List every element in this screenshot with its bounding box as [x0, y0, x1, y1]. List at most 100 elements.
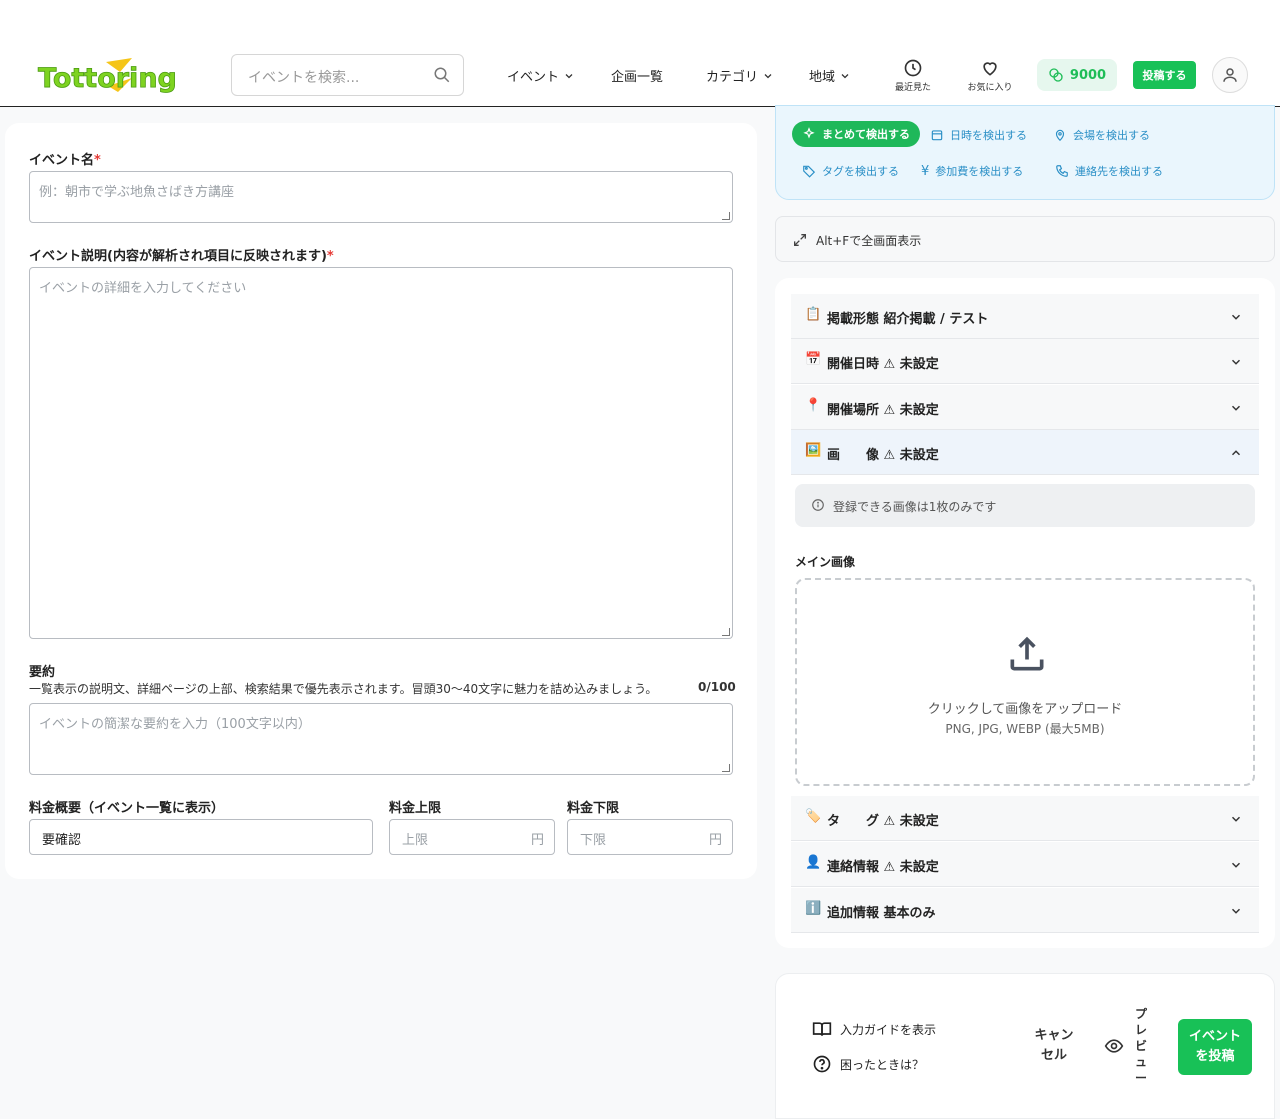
fee-max-placeholder: 上限: [402, 833, 429, 848]
sparkles-icon: [803, 127, 815, 139]
fee-summary-label: 料金概要（イベント一覧に表示）: [29, 801, 225, 816]
clipboard-icon: 📋: [805, 307, 822, 322]
clock-icon: [904, 59, 922, 77]
description-placeholder: イベントの詳細を入力してください: [39, 281, 247, 296]
detect-tags-button[interactable]: タグを検出する: [802, 163, 899, 179]
main-image-label: メイン画像: [795, 555, 856, 569]
resize-handle[interactable]: [722, 764, 730, 772]
upload-icon: [1010, 636, 1044, 671]
search-placeholder: イベントを検索...: [248, 70, 360, 86]
accordion-listing-type[interactable]: 📋 掲載形態 紹介掲載 / テスト: [791, 294, 1259, 339]
tag-icon: [803, 165, 816, 178]
summary-help-text: 一覧表示の説明文、詳細ページの上部、検索結果で優先表示されます。冒頭30〜40文…: [29, 682, 658, 696]
coins-icon: [1049, 68, 1063, 82]
chevron-down-icon: [1231, 314, 1241, 320]
description-textarea[interactable]: イベントの詳細を入力してください: [29, 267, 733, 639]
event-form-card: イベント名* 例：朝市で学ぶ地魚さばき方講座 イベント説明(内容が解析され項目に…: [5, 123, 757, 879]
points-badge[interactable]: 9000: [1037, 59, 1117, 91]
top-strip: [0, 0, 1280, 42]
user-avatar[interactable]: [1212, 57, 1248, 93]
svg-text:Tottoring: Tottoring: [38, 63, 177, 94]
accordion-title: 追加情報 基本のみ: [827, 906, 936, 921]
nav-regions[interactable]: 地域: [809, 66, 851, 85]
recent-label: 最近見た: [894, 83, 931, 93]
nav-regions-label: 地域: [809, 70, 836, 85]
preview-button[interactable]: プレビュー: [1104, 1006, 1152, 1086]
user-icon: [1223, 68, 1237, 82]
expand-icon: [794, 234, 806, 246]
event-name-input[interactable]: 例：朝市で学ぶ地魚さばき方講座: [29, 171, 733, 223]
accordion-venue[interactable]: 📍 開催場所 ⚠ 未設定: [791, 385, 1259, 430]
fee-min-input[interactable]: 下限 円: [567, 819, 733, 855]
detect-contact-button[interactable]: 連絡先を検出する: [1055, 163, 1163, 179]
image-upload-dropzone[interactable]: クリックして画像をアップロード PNG, JPG, WEBP (最大5MB): [795, 578, 1255, 786]
site-logo[interactable]: Tottoring: [36, 56, 196, 96]
search-icon[interactable]: [433, 66, 451, 88]
calendar-icon: [931, 130, 943, 141]
accordion-tags[interactable]: 🏷️ タ グ ⚠ 未設定: [791, 796, 1259, 841]
favorites-button[interactable]: お気に入り: [960, 58, 1020, 93]
nav-categories[interactable]: カテゴリ: [706, 66, 774, 85]
chevron-down-icon: [1231, 862, 1241, 868]
detect-datetime-button[interactable]: 日時を検出する: [930, 127, 1027, 143]
accordion-title: タ グ ⚠ 未設定: [827, 814, 939, 829]
chevron-down-icon: [841, 73, 849, 78]
chevron-down-icon: [565, 73, 573, 78]
accordion-title: 掲載形態 紹介掲載 / テスト: [827, 312, 989, 327]
upload-text: クリックして画像をアップロード: [927, 702, 1123, 717]
post-button[interactable]: 投稿する: [1133, 61, 1196, 89]
chevron-down-icon: [764, 73, 772, 78]
person-icon: 👤: [805, 855, 822, 870]
info-icon: [812, 499, 824, 511]
resize-handle[interactable]: [722, 628, 730, 636]
accordion-extra-info[interactable]: ℹ️ 追加情報 基本のみ: [791, 888, 1259, 933]
fee-max-label: 料金上限: [389, 801, 442, 816]
summary-label: 要約: [29, 665, 56, 680]
summary-textarea[interactable]: イベントの簡潔な要約を入力（100文字以内）: [29, 703, 733, 775]
cancel-button[interactable]: キャンセル: [1034, 1026, 1074, 1066]
heart-icon: [983, 62, 997, 76]
accordion-datetime[interactable]: 📅 開催日時 ⚠ 未設定: [791, 339, 1259, 384]
site-header: Tottoring イベントを検索... イベント 企画一覧 カテゴリ 地域 最…: [0, 42, 1280, 107]
nav-categories-label: カテゴリ: [706, 70, 759, 85]
accordion-title: 画 像 ⚠ 未設定: [827, 448, 939, 463]
phone-icon: [1056, 165, 1068, 177]
submit-event-button[interactable]: イベントを投稿: [1178, 1019, 1252, 1075]
nav-projects[interactable]: 企画一覧: [611, 66, 663, 85]
points-value: 9000: [1069, 67, 1107, 83]
fullscreen-toggle[interactable]: Alt+Fで全画面表示: [775, 216, 1275, 262]
fullscreen-label: Alt+Fで全画面表示: [816, 234, 922, 248]
pin-icon: 📍: [805, 398, 822, 413]
accordion-title: 連絡情報 ⚠ 未設定: [827, 860, 939, 875]
resize-handle[interactable]: [722, 212, 730, 220]
show-guide-link[interactable]: 入力ガイドを表示: [812, 1019, 936, 1039]
nav-events[interactable]: イベント: [507, 66, 575, 85]
yen-icon: ¥: [921, 163, 930, 179]
map-pin-icon: [1055, 129, 1065, 142]
fee-summary-input[interactable]: 要確認: [29, 819, 373, 855]
chevron-down-icon: [1231, 405, 1241, 411]
image-notice: 登録できる画像は1枚のみです: [795, 484, 1255, 527]
upload-formats: PNG, JPG, WEBP (最大5MB): [945, 722, 1105, 736]
detect-venue-button[interactable]: 会場を検出する: [1053, 127, 1150, 143]
detect-all-button[interactable]: まとめて検出する: [792, 121, 920, 147]
description-label: イベント説明(内容が解析され項目に反映されます)*: [29, 249, 334, 264]
tag-icon: 🏷️: [805, 809, 822, 824]
fee-max-input[interactable]: 上限 円: [389, 819, 555, 855]
yen-unit: 円: [708, 833, 722, 848]
footer-actions: 入力ガイドを表示 困ったときは？ キャンセル プレビュー イベントを投稿: [775, 973, 1275, 1119]
chevron-down-icon: [1231, 359, 1241, 365]
chevron-up-icon: [1231, 450, 1241, 456]
event-name-placeholder: 例：朝市で学ぶ地魚さばき方講座: [39, 185, 235, 200]
recent-button[interactable]: 最近見た: [883, 58, 943, 93]
help-link[interactable]: 困ったときは？: [812, 1054, 924, 1074]
calendar-icon: 📅: [805, 352, 822, 367]
eye-icon: [1104, 1039, 1124, 1053]
picture-icon: 🖼️: [805, 443, 822, 458]
detect-fee-button[interactable]: ¥ 参加費を検出する: [921, 163, 1023, 179]
search-box[interactable]: イベントを検索...: [231, 54, 464, 96]
chevron-down-icon: [1231, 908, 1241, 914]
summary-placeholder: イベントの簡潔な要約を入力（100文字以内）: [39, 717, 311, 732]
accordion-contact[interactable]: 👤 連絡情報 ⚠ 未設定: [791, 842, 1259, 887]
accordion-image[interactable]: 🖼️ 画 像 ⚠ 未設定: [791, 430, 1259, 475]
